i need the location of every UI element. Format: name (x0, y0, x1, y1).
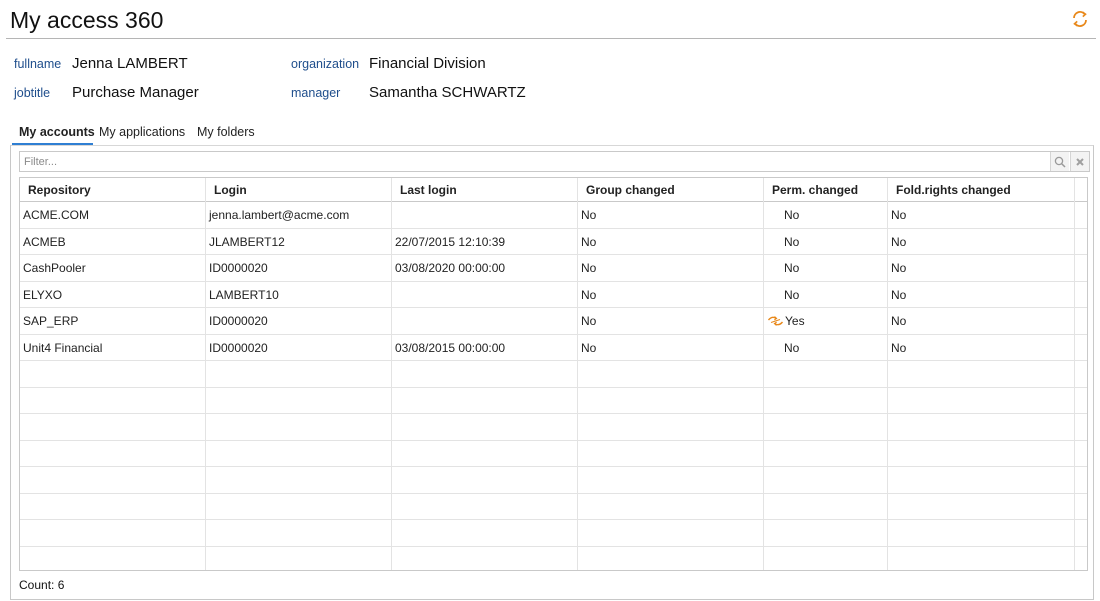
table-row[interactable]: ACME.COM jenna.lambert@acme.com No No No (20, 202, 1087, 229)
tab-my-applications[interactable]: My applications (99, 124, 185, 146)
fullname-value: Jenna LAMBERT (72, 55, 188, 72)
fullname-label: fullname (14, 57, 62, 71)
cell-perm-changed: No (784, 287, 800, 302)
cell-repository: ACME.COM (23, 208, 89, 222)
cell-fold-changed: No (891, 340, 907, 355)
cell-login: ID0000020 (209, 261, 268, 275)
cell-repository: ACMEB (23, 234, 66, 249)
cell-perm-changed: No (784, 234, 800, 249)
table-row[interactable]: ACMEB JLAMBERT12 22/07/2015 12:10:39 No No No (20, 229, 1087, 255)
clear-icon (1076, 157, 1084, 166)
accounts-panel: Repository Login Last login Group change… (10, 145, 1094, 600)
cell-fold-changed: No (891, 261, 907, 275)
cell-group-changed: No (581, 314, 597, 328)
header-divider (205, 178, 206, 202)
header-divider (577, 178, 578, 202)
jobtitle-label: jobtitle (14, 86, 51, 100)
table-header: Repository Login Last login Group change… (20, 178, 1087, 202)
column-header-login[interactable]: Login (206, 178, 247, 202)
cell-perm-changed: No (784, 208, 800, 222)
column-header-perm-changed[interactable]: Perm. changed (764, 178, 858, 202)
filter-input[interactable] (20, 152, 1050, 171)
header-divider (887, 178, 888, 202)
cell-group-changed: No (581, 261, 597, 275)
cell-group-changed: No (581, 340, 597, 355)
empty-table-row (20, 520, 1087, 547)
cell-group-changed: No (581, 234, 597, 249)
cell-perm-changed-text: Yes (785, 314, 805, 328)
organization-value: Financial Division (369, 55, 486, 72)
jobtitle-value: Purchase Manager (72, 84, 199, 101)
cell-repository: ELYXO (23, 287, 63, 302)
cell-login: LAMBERT10 (209, 287, 279, 302)
refresh-button[interactable] (1070, 9, 1090, 29)
cell-login: JLAMBERT12 (209, 234, 285, 249)
title-bar: My access 360 (6, 0, 1096, 39)
column-header-fold-rights-changed[interactable]: Fold.rights changed (888, 178, 1011, 202)
cell-last-login: 03/08/2020 00:00:00 (395, 261, 506, 275)
cell-repository: SAP_ERP (23, 314, 79, 328)
cell-login: ID0000020 (209, 314, 268, 328)
cell-perm-changed: No (784, 340, 800, 355)
cell-fold-changed: No (891, 287, 907, 302)
search-button[interactable] (1050, 152, 1069, 171)
empty-table-row (20, 388, 1087, 414)
empty-table-row (20, 441, 1087, 467)
tab-my-folders[interactable]: My folders (197, 124, 255, 146)
page-title: My access 360 (10, 7, 164, 33)
organization-label: organization (291, 57, 360, 71)
column-header-last-login[interactable]: Last login (392, 178, 457, 202)
cell-last-login: 22/07/2015 12:10:39 (395, 234, 506, 249)
cell-repository: Unit4 Financial (23, 340, 103, 355)
refresh-icon (1073, 11, 1087, 27)
table-row[interactable]: Unit4 Financial ID0000020 03/08/2015 00:00… (20, 335, 1087, 361)
cell-last-login (392, 282, 395, 308)
cell-group-changed: No (581, 287, 597, 302)
header-divider (1074, 178, 1075, 202)
cell-group-changed: No (581, 208, 597, 222)
column-header-repository[interactable]: Repository (20, 178, 91, 202)
cell-perm-changed: No (784, 261, 800, 275)
empty-table-row (20, 547, 1087, 571)
cell-last-login: 03/08/2015 00:00:00 (395, 340, 506, 355)
accounts-table: Repository Login Last login Group change… (19, 177, 1088, 571)
cell-fold-changed: No (891, 208, 907, 222)
empty-table-row (20, 494, 1087, 520)
table-row[interactable]: SAP_ERP ID0000020 No Yes No (20, 308, 1087, 335)
cell-last-login (392, 308, 395, 334)
manager-value: Samantha SCHWARTZ (369, 84, 526, 101)
table-row[interactable]: ELYXO LAMBERT10 No No No (20, 282, 1087, 308)
filter-bar (19, 151, 1090, 172)
clear-filter-button[interactable] (1070, 152, 1089, 171)
empty-table-row (20, 467, 1087, 494)
cell-fold-changed: No (891, 314, 907, 328)
column-header-group-changed[interactable]: Group changed (578, 178, 675, 202)
record-count: Count: 6 (19, 578, 65, 592)
header-divider (763, 178, 764, 202)
cell-login: jenna.lambert@acme.com (209, 208, 350, 222)
changed-icon (767, 316, 784, 326)
cell-last-login (392, 202, 395, 228)
manager-label: manager (291, 86, 341, 100)
empty-table-row (20, 414, 1087, 441)
cell-perm-changed: Yes (764, 308, 805, 334)
header-divider (391, 178, 392, 202)
search-icon (1054, 156, 1066, 168)
cell-fold-changed: No (891, 234, 907, 249)
empty-table-row (20, 361, 1087, 388)
cell-login: ID0000020 (209, 340, 268, 355)
cell-repository: CashPooler (23, 261, 86, 275)
table-row[interactable]: CashPooler ID0000020 03/08/2020 00:00:00 No… (20, 255, 1087, 282)
